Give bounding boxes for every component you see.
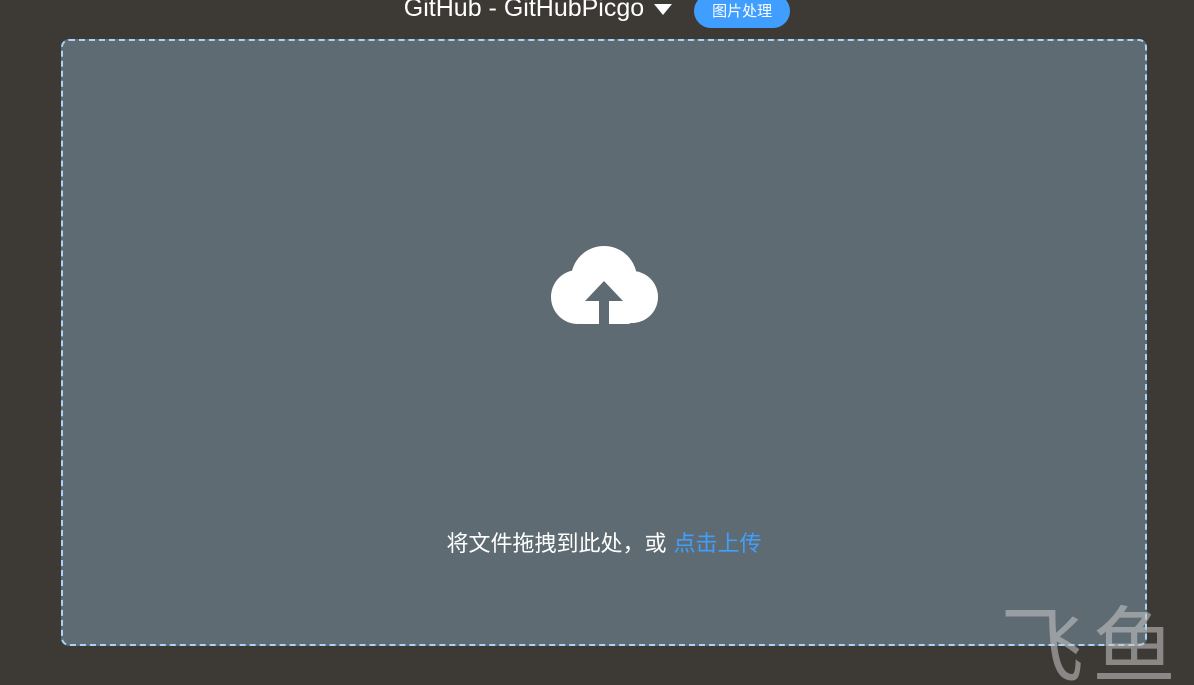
click-upload-link[interactable]: 点击上传 [673,532,761,557]
upload-page: GitHub - GitHubPicgo 图片处理 将文件拖拽到此处，或 点击上… [0,0,1194,685]
upload-hint-text: 将文件拖拽到此处，或 [446,532,674,557]
picbed-selector[interactable]: GitHub - GitHubPicgo [404,0,673,23]
upload-hint: 将文件拖拽到此处，或 点击上传 [63,526,1145,558]
image-process-button[interactable]: 图片处理 [694,0,791,28]
upload-header: GitHub - GitHubPicgo 图片处理 [0,0,1194,28]
caret-down-icon[interactable] [654,3,673,15]
upload-dropzone[interactable]: 将文件拖拽到此处，或 点击上传 [61,39,1147,646]
picbed-name[interactable]: GitHub - GitHubPicgo [404,0,644,23]
cloud-upload-icon[interactable] [550,245,658,327]
